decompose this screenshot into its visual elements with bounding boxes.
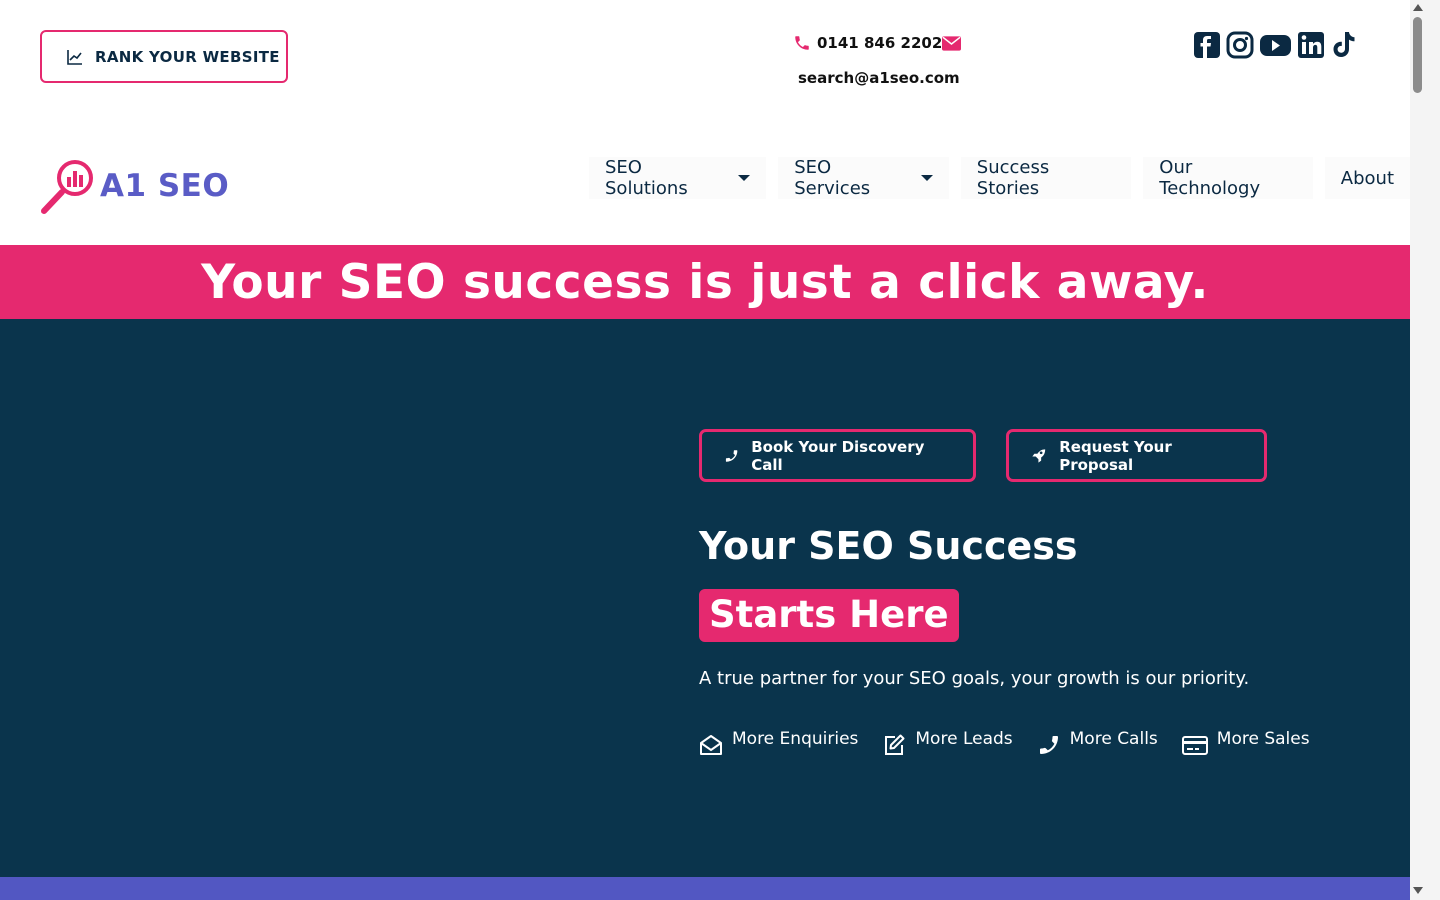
magnifier-logo-icon bbox=[41, 160, 93, 214]
phone-link[interactable]: 0141 846 2202 bbox=[793, 34, 942, 52]
caret-down-icon bbox=[738, 175, 751, 181]
benefit-label: More Calls bbox=[1069, 729, 1158, 749]
benefit-label: More Leads bbox=[915, 729, 1013, 749]
promo-banner: Your SEO success is just a click away. bbox=[0, 245, 1410, 319]
nav-label: SEO Services bbox=[794, 157, 871, 199]
email-link[interactable]: search@a1seo.com bbox=[798, 69, 960, 87]
rocket-icon bbox=[1032, 449, 1046, 463]
benefits-list: More Enquiries More Leads More Calls Mor… bbox=[699, 729, 1310, 757]
benefit-more-leads: More Leads bbox=[882, 729, 1013, 757]
linkedin-icon[interactable] bbox=[1297, 30, 1325, 60]
hero-title-highlight: Starts Here bbox=[699, 589, 959, 642]
email-icon[interactable] bbox=[942, 36, 961, 55]
scroll-down-arrow-icon[interactable] bbox=[1413, 887, 1423, 894]
instagram-icon[interactable] bbox=[1226, 30, 1254, 60]
logo[interactable]: A1 SEO bbox=[40, 157, 229, 215]
scroll-up-arrow-icon[interactable] bbox=[1413, 4, 1423, 11]
benefit-label: More Enquiries bbox=[732, 729, 859, 749]
nav-item-success-stories[interactable]: Success Stories bbox=[960, 157, 1132, 199]
tiktok-icon[interactable] bbox=[1330, 30, 1358, 60]
envelope-open-icon bbox=[700, 735, 722, 755]
hero-title: Your SEO Success bbox=[699, 524, 1078, 568]
book-discovery-call-button[interactable]: Book Your Discovery Call bbox=[699, 429, 976, 482]
nav-item-about[interactable]: About bbox=[1324, 157, 1410, 199]
rank-button-label: RANK YOUR WEBSITE bbox=[95, 47, 280, 66]
nav-label: About bbox=[1340, 167, 1394, 189]
benefit-more-enquiries: More Enquiries bbox=[699, 729, 858, 757]
credit-card-icon bbox=[1181, 736, 1208, 755]
scrollbar-thumb[interactable] bbox=[1413, 17, 1422, 93]
phone-icon bbox=[795, 36, 809, 50]
youtube-icon[interactable] bbox=[1259, 30, 1292, 60]
benefit-label: More Sales bbox=[1216, 729, 1310, 749]
main-nav: SEO Solutions SEO Services Success Stori… bbox=[589, 157, 1410, 199]
phone-icon bbox=[1039, 736, 1058, 754]
benefit-more-calls: More Calls bbox=[1037, 729, 1158, 757]
page: RANK YOUR WEBSITE 0141 846 2202 search@a… bbox=[0, 0, 1410, 900]
nav-item-seo-solutions[interactable]: SEO Solutions bbox=[589, 157, 767, 199]
nav-item-our-technology[interactable]: Our Technology bbox=[1143, 157, 1313, 199]
next-section-band bbox=[0, 877, 1410, 900]
phone-icon bbox=[725, 449, 738, 462]
hero-subtitle: A true partner for your SEO goals, your … bbox=[699, 668, 1250, 689]
nav-label: Success Stories bbox=[976, 157, 1050, 199]
cta-label: Book Your Discovery Call bbox=[751, 437, 925, 474]
chart-line-icon bbox=[67, 49, 82, 65]
logo-text: A1 SEO bbox=[100, 168, 230, 204]
hero-section: Book Your Discovery Call Request Your Pr… bbox=[0, 319, 1410, 877]
cta-label: Request Your Proposal bbox=[1059, 437, 1172, 474]
benefit-more-sales: More Sales bbox=[1181, 729, 1310, 757]
nav-item-seo-services[interactable]: SEO Services bbox=[778, 157, 949, 199]
rank-your-website-button[interactable]: RANK YOUR WEBSITE bbox=[40, 30, 288, 83]
caret-down-icon bbox=[920, 175, 933, 181]
phone-number: 0141 846 2202 bbox=[817, 34, 943, 52]
banner-headline: Your SEO success is just a click away. bbox=[201, 254, 1209, 310]
scrollbar-track[interactable] bbox=[1410, 0, 1440, 900]
facebook-icon[interactable] bbox=[1193, 30, 1221, 60]
social-links bbox=[1193, 30, 1358, 60]
request-proposal-button[interactable]: Request Your Proposal bbox=[1006, 429, 1267, 482]
nav-label: Our Technology bbox=[1159, 157, 1261, 199]
nav-label: SEO Solutions bbox=[605, 157, 688, 199]
edit-icon bbox=[885, 734, 905, 755]
